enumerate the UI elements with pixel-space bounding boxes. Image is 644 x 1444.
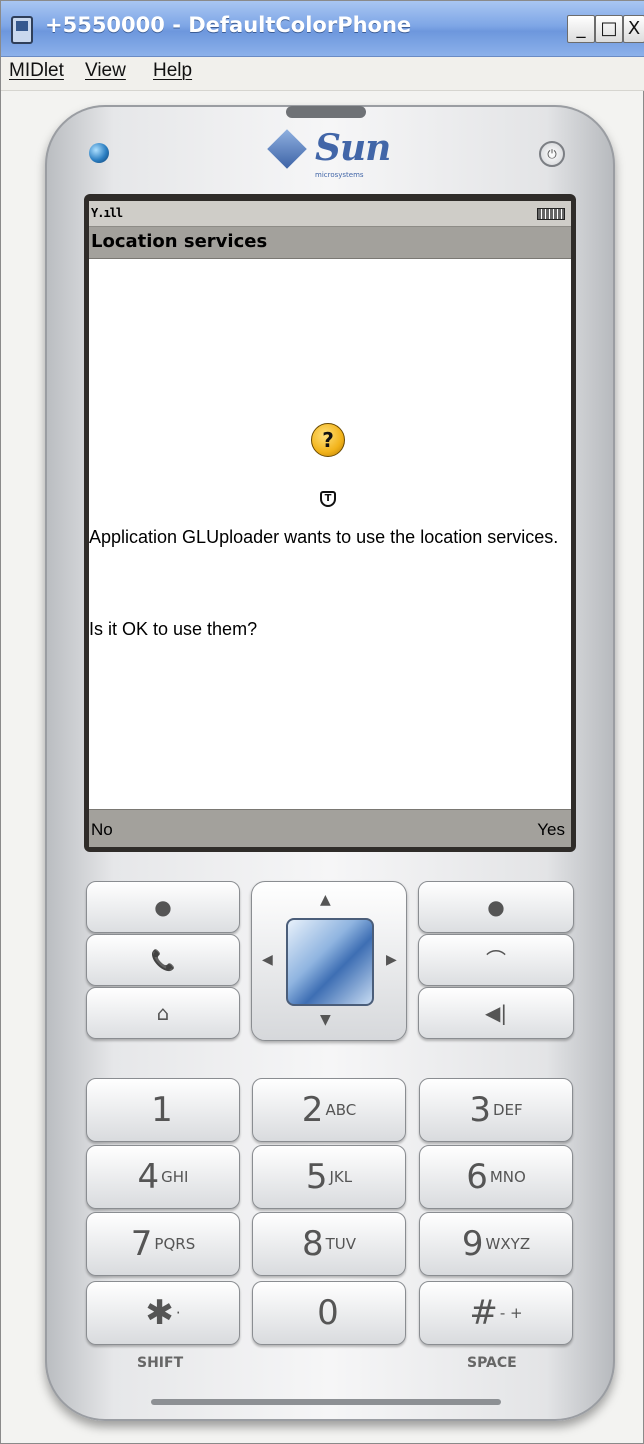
softkey-yes[interactable]: Yes — [537, 820, 565, 840]
key-letters: DEF — [492, 1101, 523, 1119]
sensor-light-icon — [89, 143, 109, 163]
key-digit: 7 — [130, 1224, 153, 1264]
emulator-window: +5550000 - DefaultColorPhone _ □ X MIDle… — [0, 0, 644, 1444]
home-icon: ⌂ — [156, 1001, 170, 1025]
key-digit: 6 — [466, 1157, 488, 1197]
close-button[interactable]: X — [623, 15, 644, 43]
window-title: +5550000 - DefaultColorPhone — [45, 13, 412, 37]
key-digit: 4 — [137, 1157, 160, 1197]
phone-screen: Y.ıll Location services ? T Application … — [89, 201, 571, 847]
key-3[interactable]: 3 DEF — [419, 1078, 573, 1142]
dpad-left-icon[interactable]: ◀ — [262, 952, 273, 968]
key-5[interactable]: 5 JKL — [252, 1145, 406, 1209]
clear-icon: ◀| — [484, 1001, 508, 1025]
soft-dot-icon: ● — [154, 895, 172, 919]
battery-icon — [537, 208, 565, 220]
signal-strength-icon: Y.ıll — [91, 206, 123, 220]
left-soft-key[interactable]: ● — [86, 881, 240, 933]
key-digit: ✱ — [145, 1293, 174, 1333]
softkey-bar: No Yes — [89, 809, 571, 847]
key-letters: GHI — [161, 1168, 189, 1186]
question-icon: ? — [311, 423, 345, 457]
trusted-shield-icon: T — [320, 491, 336, 507]
home-key[interactable]: ⌂ — [86, 987, 240, 1039]
menu-midlet[interactable]: MIDlet — [9, 60, 64, 82]
phone-app-icon — [11, 16, 33, 44]
key-8[interactable]: 8 TUV — [252, 1212, 406, 1276]
permission-message: Application GLUploader wants to use the … — [89, 527, 559, 547]
dpad[interactable]: ▲ ◀ ▶ ▼ — [251, 881, 407, 1041]
menu-help[interactable]: Help — [153, 60, 192, 82]
key-9[interactable]: 9 WXYZ — [419, 1212, 573, 1276]
key-digit: 0 — [317, 1293, 339, 1333]
clear-key[interactable]: ◀| — [418, 987, 574, 1039]
key-digit: 9 — [461, 1224, 484, 1264]
call-icon: 📞 — [150, 948, 176, 972]
key-2[interactable]: 2 ABC — [252, 1078, 406, 1142]
key-letters: ABC — [325, 1101, 357, 1119]
soft-dot-icon: ● — [487, 895, 505, 919]
end-call-key[interactable]: ⌒ — [418, 934, 574, 986]
right-soft-key[interactable]: ● — [418, 881, 574, 933]
sun-logo-subtitle: microsystems — [315, 171, 364, 179]
maximize-button[interactable]: □ — [595, 15, 623, 43]
sun-diamond-icon — [267, 129, 307, 169]
shift-label: SHIFT — [137, 1355, 184, 1371]
select-key[interactable] — [286, 918, 374, 1006]
dpad-up-icon[interactable]: ▲ — [320, 892, 331, 908]
key-letters: MNO — [489, 1168, 526, 1186]
dpad-down-icon[interactable]: ▼ — [320, 1012, 331, 1028]
key-0[interactable]: 0 — [252, 1281, 406, 1345]
minimize-button[interactable]: _ — [567, 15, 595, 43]
key-letters: JKL — [329, 1168, 353, 1186]
key-digit: 8 — [301, 1224, 324, 1264]
key-digit: 1 — [151, 1090, 173, 1130]
key-letters: WXYZ — [485, 1235, 531, 1253]
status-bar: Y.ıll — [89, 201, 571, 227]
call-key[interactable]: 📞 — [86, 934, 240, 986]
key-6[interactable]: 6 MNO — [419, 1145, 573, 1209]
power-button[interactable]: ⏻ — [539, 141, 565, 167]
key-digit: 2 — [301, 1090, 324, 1130]
key-letters: TUV — [325, 1235, 357, 1253]
key-digit: 3 — [469, 1090, 491, 1130]
key-letters: - + — [499, 1304, 523, 1322]
dpad-right-icon[interactable]: ▶ — [386, 952, 397, 968]
key-4[interactable]: 4 GHI — [86, 1145, 240, 1209]
key-digit: # — [469, 1293, 498, 1333]
menu-view[interactable]: View — [85, 60, 126, 82]
permission-question: Is it OK to use them? — [89, 619, 258, 639]
key-7[interactable]: 7 PQRS — [86, 1212, 240, 1276]
key-star[interactable]: ✱ · — [86, 1281, 240, 1345]
key-hash[interactable]: # - + — [419, 1281, 573, 1345]
softkey-no[interactable]: No — [91, 820, 113, 840]
space-label: SPACE — [467, 1355, 517, 1371]
sun-logo: Sun microsystems — [267, 127, 391, 183]
menu-bar: MIDlet View Help — [1, 57, 644, 91]
phone-bottom-edge — [151, 1399, 501, 1405]
end-call-icon: ⌒ — [486, 948, 506, 972]
key-1[interactable]: 1 — [86, 1078, 240, 1142]
screen-title: Location services — [89, 227, 571, 259]
key-letters: PQRS — [154, 1235, 196, 1253]
phone-speaker — [286, 106, 366, 118]
sun-logo-text: Sun — [315, 127, 391, 169]
key-letters: · — [175, 1304, 181, 1322]
title-bar[interactable]: +5550000 - DefaultColorPhone _ □ X — [1, 1, 644, 57]
key-digit: 5 — [305, 1157, 328, 1197]
